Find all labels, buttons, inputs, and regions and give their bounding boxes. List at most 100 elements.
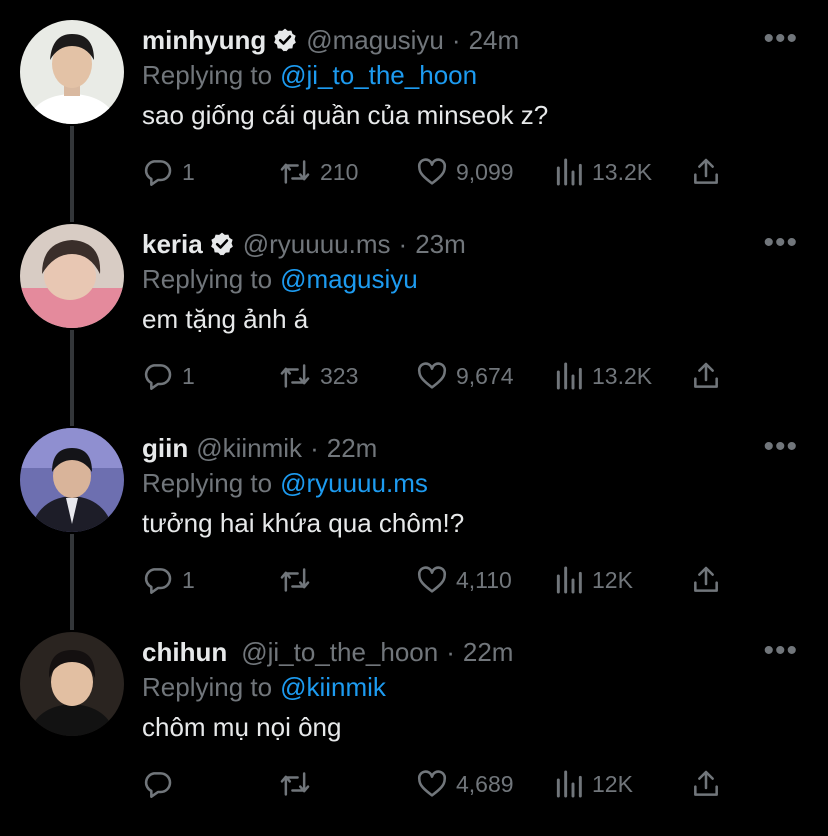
views-button[interactable]: 12K bbox=[554, 563, 633, 597]
replying-to: Replying to @ryuuuu.ms bbox=[142, 468, 428, 499]
action-bar: 4,689 12K bbox=[142, 767, 732, 801]
mention-link[interactable]: @magusiyu bbox=[280, 264, 418, 294]
tweet[interactable]: chihun @ji_to_the_hoon · 22m ••• Replyin… bbox=[0, 632, 828, 836]
replying-to: Replying to @ji_to_the_hoon bbox=[142, 60, 477, 91]
share-icon bbox=[694, 770, 718, 796]
share-button[interactable] bbox=[690, 563, 722, 597]
like-button[interactable]: 4,110 bbox=[416, 563, 512, 597]
share-icon bbox=[694, 158, 718, 184]
reply-button[interactable]: 1 bbox=[142, 563, 195, 597]
mention-link[interactable]: @ji_to_the_hoon bbox=[280, 60, 477, 90]
like-count: 4,110 bbox=[456, 566, 512, 593]
more-icon[interactable]: ••• bbox=[763, 226, 798, 260]
mention-link[interactable]: @kiinmik bbox=[280, 672, 386, 702]
views-count: 12K bbox=[592, 566, 633, 593]
reply-button[interactable] bbox=[142, 767, 182, 801]
tweet[interactable]: minhyung @magusiyu · 24m ••• Replying to… bbox=[0, 20, 828, 224]
more-icon[interactable]: ••• bbox=[763, 430, 798, 464]
share-button[interactable] bbox=[690, 155, 722, 189]
share-icon bbox=[694, 566, 718, 592]
display-name[interactable]: minhyung bbox=[142, 25, 266, 56]
more-icon[interactable]: ••• bbox=[763, 22, 798, 56]
like-count: 9,099 bbox=[456, 158, 514, 185]
more-icon[interactable]: ••• bbox=[763, 634, 798, 668]
reply-icon bbox=[144, 364, 172, 390]
views-count: 13.2K bbox=[592, 158, 653, 185]
timestamp[interactable]: 24m bbox=[469, 25, 520, 56]
reply-icon bbox=[144, 772, 172, 798]
display-name[interactable]: keria bbox=[142, 229, 203, 260]
tweet-text: sao giống cái quần của minseok z? bbox=[142, 100, 549, 130]
separator: · bbox=[446, 636, 455, 667]
like-icon bbox=[417, 362, 447, 389]
like-button[interactable]: 9,099 bbox=[416, 155, 514, 189]
tweet-text: tưởng hai khứa qua chôm!? bbox=[142, 508, 465, 538]
tweet-text: em tặng ảnh á bbox=[142, 304, 309, 334]
retweet-button[interactable] bbox=[278, 563, 320, 597]
display-name[interactable]: chihun bbox=[142, 637, 227, 668]
reply-button[interactable]: 1 bbox=[142, 155, 195, 189]
views-button[interactable]: 13.2K bbox=[554, 155, 652, 189]
handle[interactable]: @ryuuuu.ms bbox=[243, 229, 391, 260]
avatar[interactable] bbox=[20, 632, 124, 736]
timestamp[interactable]: 22m bbox=[463, 637, 514, 668]
mention-link[interactable]: @ryuuuu.ms bbox=[280, 468, 428, 498]
share-icon bbox=[694, 362, 718, 388]
avatar[interactable] bbox=[20, 428, 124, 532]
tweet-header: giin @kiinmik · 22m bbox=[142, 428, 377, 468]
replying-to: Replying to @kiinmik bbox=[142, 672, 386, 703]
timestamp[interactable]: 23m bbox=[415, 229, 466, 260]
action-bar: 1 210 9,099 13.2K bbox=[142, 155, 732, 189]
retweet-count: 210 bbox=[320, 158, 359, 185]
tweet-header: keria @ryuuuu.ms · 23m bbox=[142, 224, 466, 264]
action-bar: 1 323 9,674 13.2K bbox=[142, 359, 732, 393]
verified-icon bbox=[210, 232, 233, 256]
display-name[interactable]: giin bbox=[142, 433, 188, 464]
avatar[interactable] bbox=[20, 20, 124, 124]
reply-button[interactable]: 1 bbox=[142, 359, 195, 393]
retweet-icon bbox=[280, 364, 310, 388]
retweet-button[interactable]: 210 bbox=[278, 155, 358, 189]
like-icon bbox=[417, 158, 447, 185]
replying-to: Replying to @magusiyu bbox=[142, 264, 418, 295]
separator: · bbox=[398, 228, 408, 259]
like-count: 4,689 bbox=[456, 770, 514, 797]
like-button[interactable]: 4,689 bbox=[416, 767, 514, 801]
views-button[interactable]: 13.2K bbox=[554, 359, 652, 393]
verified-icon bbox=[274, 28, 297, 52]
reply-count: 1 bbox=[182, 158, 195, 185]
handle[interactable]: @kiinmik bbox=[196, 433, 302, 464]
like-count: 9,674 bbox=[456, 362, 514, 389]
retweet-icon bbox=[280, 160, 310, 184]
like-icon bbox=[417, 566, 447, 593]
replying-label: Replying to bbox=[142, 672, 273, 702]
retweet-count: 323 bbox=[320, 362, 359, 389]
timestamp[interactable]: 22m bbox=[327, 433, 378, 464]
reply-count: 1 bbox=[182, 362, 195, 389]
tweet[interactable]: giin @kiinmik · 22m ••• Replying to @ryuu… bbox=[0, 428, 828, 632]
separator: · bbox=[451, 24, 461, 55]
like-icon bbox=[417, 770, 447, 797]
retweet-button[interactable]: 323 bbox=[278, 359, 358, 393]
tweet-header: minhyung @magusiyu · 24m bbox=[142, 20, 519, 60]
like-button[interactable]: 9,674 bbox=[416, 359, 514, 393]
handle[interactable]: @magusiyu bbox=[306, 25, 444, 56]
handle[interactable]: @ji_to_the_hoon bbox=[241, 637, 438, 668]
views-count: 12K bbox=[592, 770, 633, 797]
views-count: 13.2K bbox=[592, 362, 653, 389]
views-icon bbox=[556, 362, 582, 390]
retweet-icon bbox=[280, 772, 310, 796]
views-icon bbox=[556, 566, 582, 594]
replying-label: Replying to bbox=[142, 60, 273, 90]
replying-label: Replying to bbox=[142, 468, 273, 498]
retweet-button[interactable] bbox=[278, 767, 320, 801]
tweet-header: chihun @ji_to_the_hoon · 22m bbox=[142, 632, 513, 672]
avatar[interactable] bbox=[20, 224, 124, 328]
share-button[interactable] bbox=[690, 359, 722, 393]
reply-count: 1 bbox=[182, 566, 195, 593]
share-button[interactable] bbox=[690, 767, 722, 801]
reply-icon bbox=[144, 568, 172, 594]
tweet[interactable]: keria @ryuuuu.ms · 23m ••• Replying to @m… bbox=[0, 224, 828, 428]
views-icon bbox=[556, 158, 582, 186]
views-button[interactable]: 12K bbox=[554, 767, 633, 801]
